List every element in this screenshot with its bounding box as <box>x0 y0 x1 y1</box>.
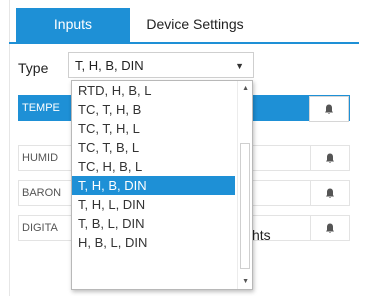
scroll-down-icon[interactable]: ▼ <box>242 278 249 285</box>
dropdown-option-selected[interactable]: T, H, B, DIN <box>72 176 235 195</box>
tab-inputs[interactable]: Inputs <box>16 8 130 42</box>
dropdown-option[interactable]: TC, T, B, L <box>72 138 235 157</box>
type-dropdown-list[interactable]: RTD, H, B, L TC, T, H, B TC, T, H, L TC,… <box>71 80 253 290</box>
sensor-row-label: DIGITA <box>22 222 58 234</box>
dropdown-option[interactable]: T, B, L, DIN <box>72 214 235 233</box>
sensor-row-label: BARON <box>22 187 62 199</box>
dropdown-option[interactable]: RTD, H, B, L <box>72 81 235 100</box>
type-select[interactable]: T, H, B, DIN ▼ <box>68 52 254 78</box>
sensor-row-label: HUMID <box>22 152 59 164</box>
bell-icon[interactable] <box>310 181 349 205</box>
dropdown-option[interactable]: H, B, L, DIN <box>72 233 235 252</box>
sensor-row-suffix: hts <box>252 227 271 243</box>
sensor-row-label: TEMPE <box>22 102 60 114</box>
tab-bar: Inputs Device Settings <box>9 8 359 44</box>
scroll-up-icon[interactable]: ▲ <box>242 85 249 92</box>
dropdown-scrollbar[interactable]: ▲ ▼ <box>237 81 252 289</box>
dropdown-option[interactable]: TC, H, B, L <box>72 157 235 176</box>
caret-down-icon: ▼ <box>235 61 244 71</box>
bell-icon[interactable] <box>310 146 349 170</box>
type-select-value: T, H, B, DIN <box>75 58 144 73</box>
bell-icon[interactable] <box>309 96 349 122</box>
dropdown-option[interactable]: TC, T, H, B <box>72 100 235 119</box>
bell-icon[interactable] <box>310 216 349 240</box>
dropdown-option[interactable]: T, H, L, DIN <box>72 195 235 214</box>
tab-device-settings[interactable]: Device Settings <box>130 8 260 42</box>
dropdown-option[interactable]: TC, T, H, L <box>72 119 235 138</box>
scrollbar-thumb[interactable] <box>240 143 250 269</box>
type-label: Type <box>18 60 49 76</box>
